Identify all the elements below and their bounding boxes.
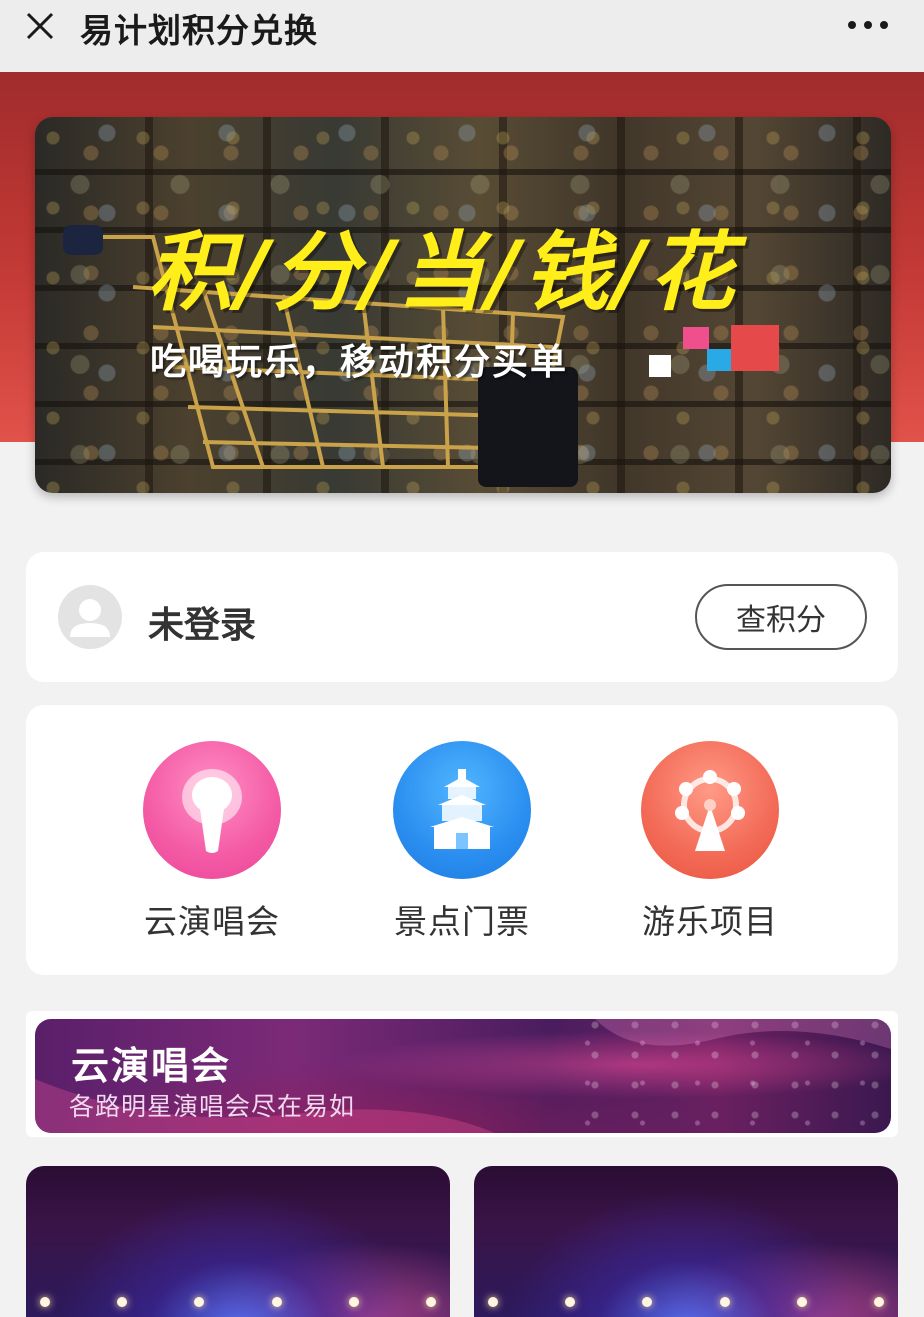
promo-banner[interactable]: 积/分/当/钱/花 吃喝玩乐，移动积分买单: [35, 117, 891, 493]
microphone-icon: [143, 741, 281, 879]
category-card: 云演唱会 景点门票 游乐项目: [26, 705, 898, 975]
category-cloud-concert[interactable]: 云演唱会: [122, 741, 302, 943]
banner-headline: 积/分/当/钱/花: [147, 223, 739, 323]
stage-lights: [474, 1297, 898, 1311]
check-points-button[interactable]: 查积分: [695, 584, 867, 650]
page-title: 易计划积分兑换: [80, 11, 318, 50]
decor-square: [731, 325, 779, 371]
login-status[interactable]: 未登录: [148, 596, 256, 648]
user-avatar-icon[interactable]: [58, 585, 122, 649]
more-icon[interactable]: [848, 18, 888, 32]
concert-card[interactable]: [474, 1166, 898, 1317]
temple-icon: [393, 741, 531, 879]
concert-card[interactable]: [26, 1166, 450, 1317]
decor-square: [683, 327, 709, 349]
title-bar: 易计划积分兑换: [0, 0, 924, 72]
category-amusement[interactable]: 游乐项目: [620, 741, 800, 943]
decor-square: [649, 355, 671, 377]
login-card: 未登录 查积分: [26, 552, 898, 682]
category-scenic-tickets[interactable]: 景点门票: [372, 741, 552, 943]
close-icon[interactable]: [22, 8, 58, 44]
ferris-wheel-icon: [641, 741, 779, 879]
banner-subtitle: 吃喝玩乐，移动积分买单: [150, 342, 569, 383]
stage-lights: [26, 1297, 450, 1311]
section-subtitle: 各路明星演唱会尽在易如: [69, 1092, 356, 1121]
section-banner-cloud-concert[interactable]: 云演唱会 各路明星演唱会尽在易如: [35, 1019, 891, 1133]
category-label: 景点门票: [394, 902, 530, 941]
category-label: 云演唱会: [144, 902, 280, 941]
category-label: 游乐项目: [642, 902, 778, 941]
section-title: 云演唱会: [71, 1044, 232, 1088]
decor-square: [707, 349, 731, 371]
